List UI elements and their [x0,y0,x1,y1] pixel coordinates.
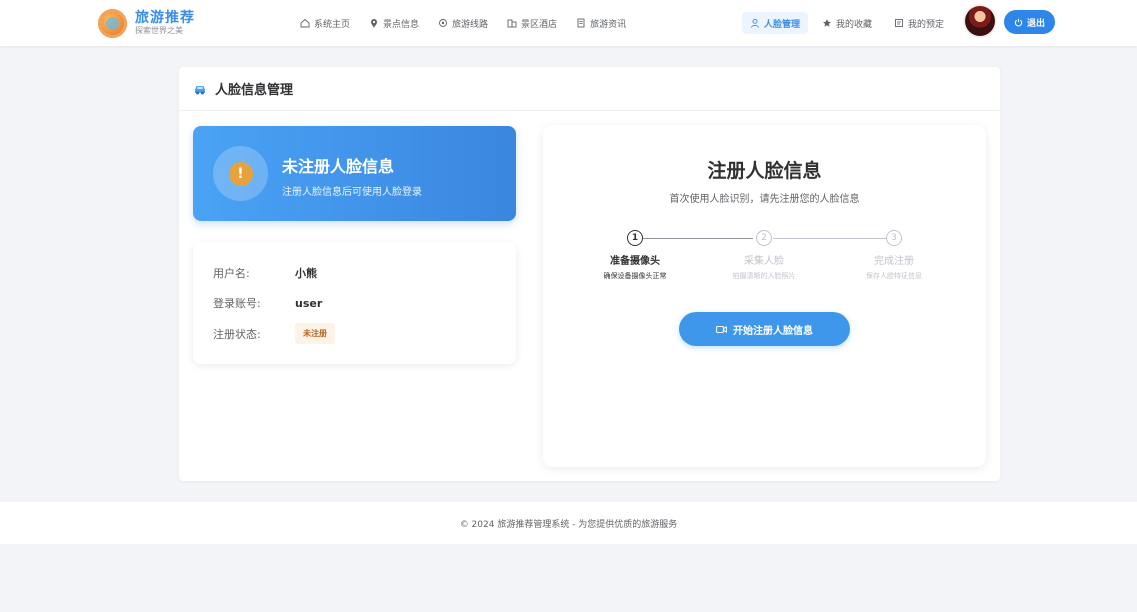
logo-title: 旅游推荐 [135,10,195,26]
username-value: 小熊 [295,267,317,280]
nav-item-face-management[interactable]: 人脸管理 [742,12,809,34]
home-icon [300,18,310,28]
video-camera-icon [716,325,727,334]
nav-item-routes[interactable]: 旅游线路 [438,12,488,34]
avatar[interactable] [965,6,995,36]
info-row-status: 注册状态: 未注册 [213,323,335,344]
nav-item-reservations[interactable]: 我的预定 [886,12,952,34]
start-registration-button[interactable]: 开始注册人脸信息 [679,312,850,346]
user-info-card: 用户名: 小熊 登录账号: user 注册状态: 未注册 [193,242,516,364]
car-icon [193,83,207,95]
nav-item-hotels[interactable]: 景区酒店 [507,12,557,34]
reservation-icon [894,18,904,28]
status-banner: ! 未注册人脸信息 注册人脸信息后可使用人脸登录 [193,126,516,221]
logo[interactable]: 旅游推荐 探索世界之美 [98,7,195,39]
logo-globe-icon [98,8,127,38]
page-title: 人脸信息管理 [215,83,294,98]
register-subtitle: 首次使用人脸识别，请先注册您的人脸信息 [669,194,860,205]
footer: © 2024 旅游推荐管理系统 - 为您提供优质的旅游服务 [0,502,1137,544]
nav-item-home[interactable]: 系统主页 [300,12,350,34]
info-row-account: 登录账号: user [213,296,323,311]
logout-button[interactable]: 退出 [1004,10,1055,34]
step-indicator: 1 准备摄像头 确保设备摄像头正常 2 采集人脸 拍摄清晰的人脸照片 3 完成注… [543,230,986,290]
nav-item-news[interactable]: 旅游资讯 [576,12,626,34]
status-badge: 未注册 [295,323,335,344]
account-value: user [295,296,323,310]
face-management-card: 人脸信息管理 ! 未注册人脸信息 注册人脸信息后可使用人脸登录 用户名: 小熊 … [179,67,1000,481]
info-row-username: 用户名: 小熊 [213,267,317,280]
nav-item-favorites[interactable]: 我的收藏 [814,12,880,34]
hotel-icon [507,18,517,28]
power-icon [1014,18,1023,27]
step-1: 1 准备摄像头 确保设备摄像头正常 [575,230,695,281]
main-nav: 系统主页 景点信息 旅游线路 景区酒店 旅游资讯 [300,0,645,46]
warning-icon: ! [213,146,268,201]
status-title: 未注册人脸信息 [282,157,395,176]
user-nav: 人脸管理 我的收藏 我的预定 [742,0,958,46]
location-pin-icon [369,18,379,28]
status-description: 注册人脸信息后可使用人脸登录 [282,187,422,198]
card-header: 人脸信息管理 [179,67,1000,111]
nav-item-attractions[interactable]: 景点信息 [369,12,419,34]
logo-subtitle: 探索世界之美 [135,26,183,35]
footer-text: © 2024 旅游推荐管理系统 - 为您提供优质的旅游服务 [459,519,678,530]
register-panel: 注册人脸信息 首次使用人脸识别，请先注册您的人脸信息 1 准备摄像头 确保设备摄… [543,125,986,467]
step-2: 2 采集人脸 拍摄清晰的人脸照片 [704,230,824,281]
top-header: 旅游推荐 探索世界之美 系统主页 景点信息 旅游线路 景区酒店 旅游资讯 人脸管… [0,0,1137,46]
route-icon [438,18,448,28]
user-icon [750,18,760,28]
star-icon [822,18,832,28]
step-3: 3 完成注册 保存人脸特征信息 [834,230,954,281]
document-icon [576,18,586,28]
register-title: 注册人脸信息 [707,160,822,182]
